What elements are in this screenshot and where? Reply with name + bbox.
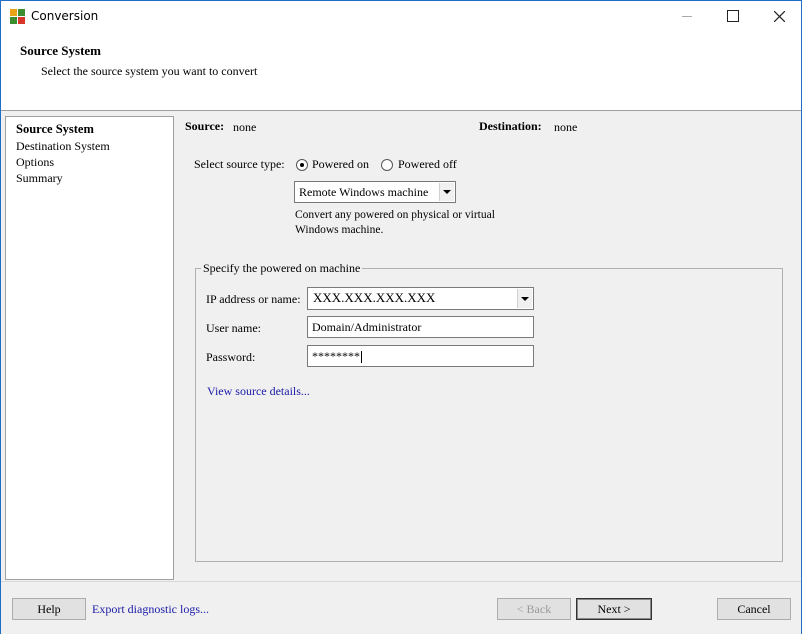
dropdown-arrow[interactable] [439,183,454,201]
page-title: Source System [20,43,102,58]
wizard-footer: Help Export diagnostic logs... < Back Ne… [1,581,801,634]
ip-address-value: XXX.XXX.XXX.XXX [313,290,436,305]
password-input[interactable]: ******** [307,345,534,367]
next-button[interactable]: Next > [576,598,652,620]
user-name-input[interactable]: Domain/Administrator [307,316,534,338]
powered-on-radio[interactable] [296,159,308,171]
window-title: Conversion [31,9,99,23]
app-icon [10,9,25,24]
destination-label: Destination: [479,119,542,133]
machine-type-value: Remote Windows machine [299,185,429,199]
wizard-body: Source System Destination System Options… [1,111,801,581]
nav-item-summary[interactable]: Summary [16,171,63,186]
close-button[interactable] [756,1,802,31]
powered-off-radio[interactable] [381,159,393,171]
user-name-label: User name: [206,321,261,335]
back-button[interactable]: < Back [497,598,571,620]
view-source-details-link[interactable]: View source details... [207,384,310,399]
nav-item-options[interactable]: Options [16,155,54,170]
conversion-window: Conversion Source System Select the sour… [0,0,802,634]
export-diagnostic-logs-link[interactable]: Export diagnostic logs... [92,602,209,617]
source-value: none [233,120,257,134]
title-bar: Conversion [1,1,801,31]
minimize-button[interactable] [664,1,710,31]
maximize-icon [727,10,739,22]
source-type-label: Select source type: [194,157,285,171]
close-icon [773,10,785,22]
chevron-down-icon [443,190,451,194]
help-button[interactable]: Help [12,598,86,620]
password-value: ******** [312,349,360,363]
ip-label: IP address or name: [206,292,301,306]
destination-value: none [554,120,578,134]
wizard-header: Source System Select the source system y… [1,31,801,111]
ip-dropdown-arrow[interactable] [517,289,532,308]
nav-item-destination-system[interactable]: Destination System [16,139,110,154]
ip-address-combo[interactable]: XXX.XXX.XXX.XXX [307,287,534,310]
source-label: Source: [185,119,225,133]
source-type-description-1: Convert any powered on physical or virtu… [295,209,495,221]
wizard-nav: Source System Destination System Options… [5,116,174,580]
nav-item-source-system[interactable]: Source System [16,122,94,137]
powered-on-label[interactable]: Powered on [312,157,369,172]
group-legend: Specify the powered on machine [201,261,363,276]
text-caret [361,351,362,364]
maximize-button[interactable] [710,1,756,31]
powered-on-machine-group [195,268,783,562]
source-type-description-2: Windows machine. [295,224,384,236]
password-label: Password: [206,350,256,364]
page-subtitle: Select the source system you want to con… [41,64,258,78]
powered-off-label[interactable]: Powered off [398,157,457,172]
chevron-down-icon [521,296,529,301]
machine-type-select[interactable]: Remote Windows machine [294,181,456,203]
minimize-icon [682,15,692,17]
cancel-button[interactable]: Cancel [717,598,791,620]
